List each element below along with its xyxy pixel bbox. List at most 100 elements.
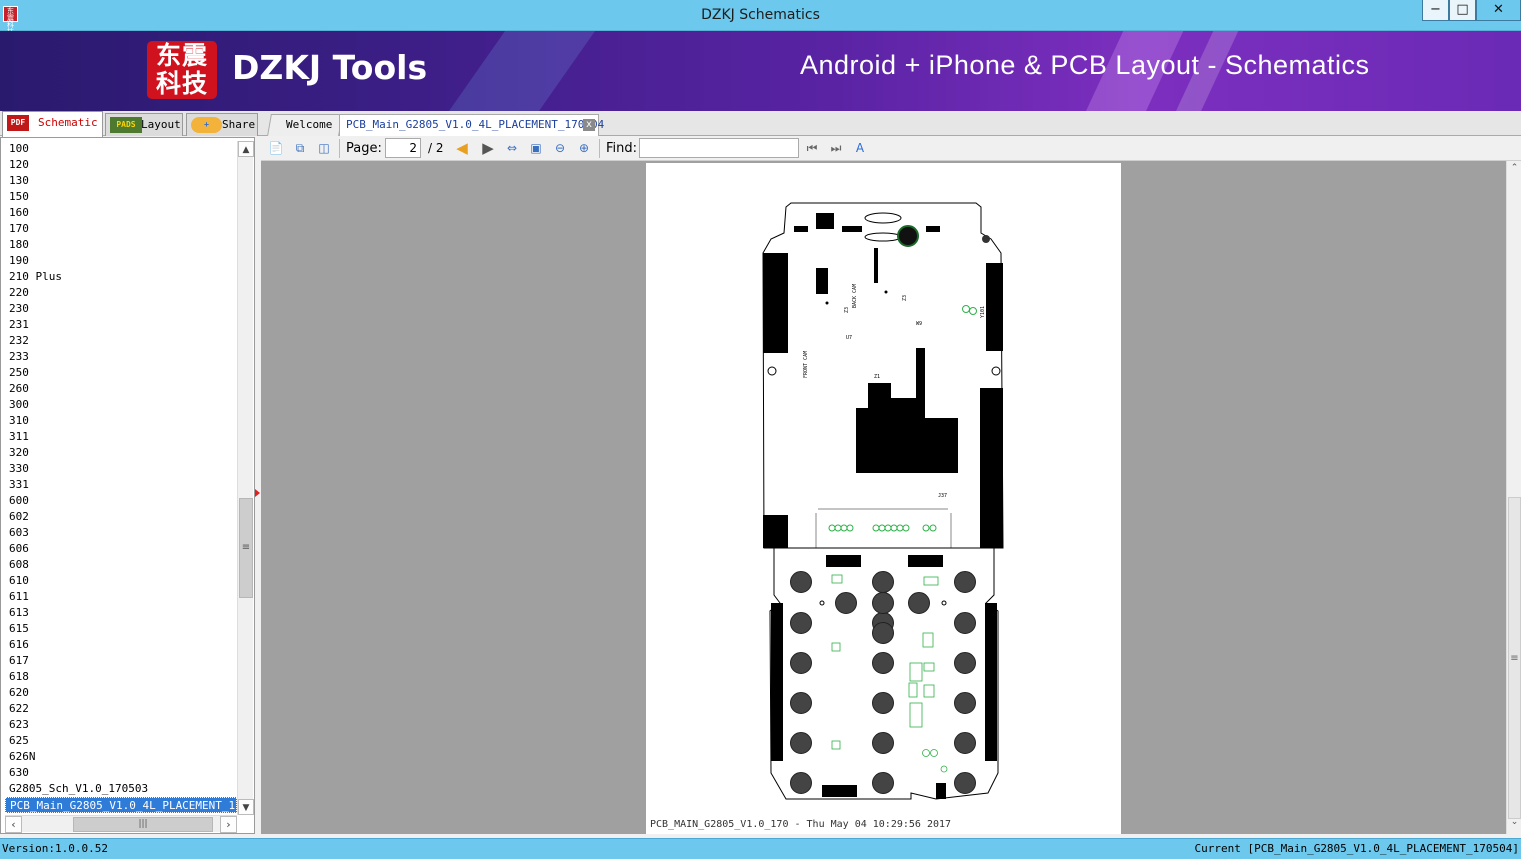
scroll-down-icon[interactable]: ▼ xyxy=(238,799,254,815)
list-item[interactable]: 130 xyxy=(5,173,237,189)
scroll-thumb[interactable]: ≡ xyxy=(1508,497,1521,819)
list-item[interactable]: 626N xyxy=(5,749,237,765)
tab-welcome[interactable]: Welcome xyxy=(267,114,343,136)
brand-name: DZKJ Tools xyxy=(232,48,428,87)
component-block xyxy=(908,555,943,567)
file-list-vertical-scrollbar[interactable]: ▲ ≡ ▼ xyxy=(237,141,254,815)
list-item[interactable]: 622 xyxy=(5,701,237,717)
open-file-icon[interactable]: 📄 xyxy=(267,139,285,157)
list-item[interactable]: 608 xyxy=(5,557,237,573)
keypad-button xyxy=(790,772,812,794)
list-item[interactable]: 190 xyxy=(5,253,237,269)
list-item[interactable]: 220 xyxy=(5,285,237,301)
close-tab-icon[interactable]: x xyxy=(583,119,595,131)
tab-current-document[interactable]: PCB_Main_G2805_V1.0_4L_PLACEMENT_170504 … xyxy=(339,114,604,136)
find-next-icon[interactable]: ⏭ xyxy=(827,139,845,157)
list-item[interactable]: 617 xyxy=(5,653,237,669)
scroll-up-icon[interactable]: ⌃ xyxy=(1507,163,1521,178)
list-item[interactable]: 320 xyxy=(5,445,237,461)
collapse-arrow-icon[interactable] xyxy=(255,489,260,497)
side-connector-right xyxy=(980,388,1003,548)
list-item[interactable]: 603 xyxy=(5,525,237,541)
list-item[interactable]: 602 xyxy=(5,509,237,525)
list-item[interactable]: 330 xyxy=(5,461,237,477)
label-w9: W9 xyxy=(916,321,922,327)
page-number-input[interactable] xyxy=(385,138,421,158)
side-connector-right xyxy=(986,263,1003,351)
list-item[interactable]: 160 xyxy=(5,205,237,221)
tab-share[interactable]: + Share xyxy=(186,113,258,136)
zoom-in-icon[interactable]: ⊕ xyxy=(575,139,593,157)
list-item[interactable]: G2805_Sch_V1.0_170503 xyxy=(5,781,237,797)
list-item[interactable]: 310 xyxy=(5,413,237,429)
keypad-button xyxy=(872,772,894,794)
component-block xyxy=(936,783,946,799)
component-block xyxy=(926,226,940,232)
list-item[interactable]: 232 xyxy=(5,333,237,349)
separator xyxy=(599,139,600,158)
find-previous-icon[interactable]: ⏮ xyxy=(803,139,821,157)
list-item[interactable]: 233 xyxy=(5,349,237,365)
list-item[interactable]: 231 xyxy=(5,317,237,333)
list-item[interactable]: 250 xyxy=(5,365,237,381)
list-item[interactable]: 331 xyxy=(5,477,237,493)
scroll-right-icon[interactable]: › xyxy=(220,816,237,833)
document-viewer[interactable]: BACK CAM FRONT CAM Z3 Z3 Y101 U7 Z1 W9 J… xyxy=(261,161,1506,834)
list-item[interactable]: 620 xyxy=(5,685,237,701)
list-item[interactable]: 616 xyxy=(5,637,237,653)
fit-width-icon[interactable]: ⇔ xyxy=(503,139,521,157)
left-tab-bar: PDF Schematic PADS Layout + Share xyxy=(0,111,261,137)
zoom-out-icon[interactable]: ⊖ xyxy=(551,139,569,157)
highlight-text-icon[interactable]: A xyxy=(851,139,869,157)
keypad-button xyxy=(954,692,976,714)
list-item[interactable]: 600 xyxy=(5,493,237,509)
viewer-vertical-scrollbar[interactable]: ⌃ ≡ ⌄ xyxy=(1506,161,1521,834)
list-item[interactable]: 611 xyxy=(5,589,237,605)
scroll-down-icon[interactable]: ⌄ xyxy=(1507,817,1521,832)
next-page-icon[interactable]: ▶ xyxy=(479,139,497,157)
list-item[interactable]: 613 xyxy=(5,605,237,621)
list-item[interactable]: 311 xyxy=(5,429,237,445)
list-item[interactable]: 260 xyxy=(5,381,237,397)
page-view-icon[interactable]: ◫ xyxy=(315,139,333,157)
list-item[interactable]: 100 xyxy=(5,141,237,157)
scroll-thumb[interactable]: ||| xyxy=(73,817,213,832)
scroll-thumb[interactable]: ≡ xyxy=(239,498,253,598)
list-item[interactable]: 300 xyxy=(5,397,237,413)
close-button[interactable]: ✕ xyxy=(1476,0,1521,21)
list-item[interactable]: 180 xyxy=(5,237,237,253)
list-item[interactable]: 623 xyxy=(5,717,237,733)
tab-schematic-label: Schematic xyxy=(38,116,98,129)
back-cam-connector xyxy=(816,268,828,294)
list-item[interactable]: 625 xyxy=(5,733,237,749)
list-item[interactable]: 606 xyxy=(5,541,237,557)
list-item[interactable]: 630 xyxy=(5,765,237,781)
list-item[interactable]: 170 xyxy=(5,221,237,237)
file-list-horizontal-scrollbar[interactable]: ‹ ||| › xyxy=(5,815,237,833)
logo-text-1: 东震 xyxy=(155,41,208,70)
list-item[interactable]: 618 xyxy=(5,669,237,685)
minimize-button[interactable]: − xyxy=(1422,0,1449,21)
list-item[interactable]: 615 xyxy=(5,621,237,637)
current-document-text: Current [PCB_Main_G2805_V1.0_4L_PLACEMEN… xyxy=(1194,842,1519,855)
list-item[interactable]: 210 Plus xyxy=(5,269,237,285)
copy-page-icon[interactable]: ⧉ xyxy=(291,139,309,157)
find-label: Find: xyxy=(606,141,638,156)
tab-share-label: Share xyxy=(222,118,256,131)
scroll-up-icon[interactable]: ▲ xyxy=(238,141,254,157)
list-item[interactable]: 150 xyxy=(5,189,237,205)
keypad-button xyxy=(790,612,812,634)
tab-schematic[interactable]: PDF Schematic xyxy=(2,111,103,137)
maximize-button[interactable]: □ xyxy=(1449,0,1476,21)
list-item[interactable]: 610 xyxy=(5,573,237,589)
list-item[interactable]: 120 xyxy=(5,157,237,173)
list-item[interactable]: PCB_Main_G2805_V1.0_4L_PLACEMENT_170504 xyxy=(5,797,237,813)
fit-page-icon[interactable]: ▣ xyxy=(527,139,545,157)
previous-page-icon[interactable]: ◀ xyxy=(453,139,471,157)
tab-layout[interactable]: PADS Layout xyxy=(105,113,183,136)
keypad-button xyxy=(790,692,812,714)
status-bar: Version:1.0.0.52 Current [PCB_Main_G2805… xyxy=(0,838,1521,859)
list-item[interactable]: 230 xyxy=(5,301,237,317)
scroll-left-icon[interactable]: ‹ xyxy=(5,816,22,833)
find-input[interactable] xyxy=(639,138,799,158)
